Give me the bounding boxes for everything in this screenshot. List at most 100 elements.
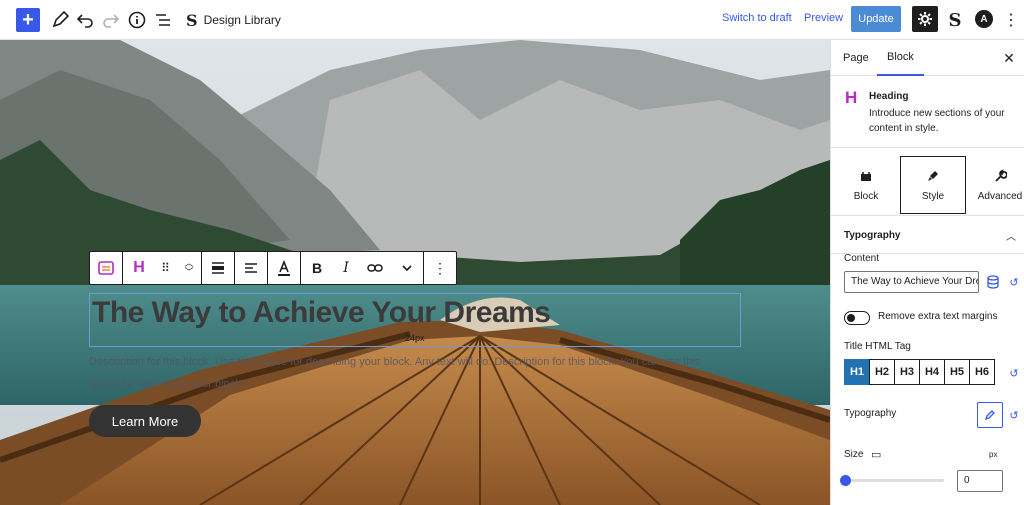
more-vertical-icon: ⋮ — [1003, 12, 1019, 29]
tab-advanced-settings[interactable]: Advanced — [967, 156, 1024, 214]
size-slider-track[interactable] — [844, 479, 944, 482]
settings-sidebar: Page Block ✕ H Heading Introduce new sec… — [830, 40, 1024, 505]
preview-button[interactable]: Preview — [804, 12, 843, 24]
tab-block-settings[interactable]: Block — [833, 156, 899, 214]
italic-icon: I — [343, 260, 349, 276]
typography-section-header[interactable]: Typography ︿ — [831, 216, 1024, 254]
redo-button[interactable] — [99, 8, 123, 32]
content-label: Content — [844, 253, 880, 264]
move-up-down-button[interactable]: ︿ ﹀ — [177, 252, 201, 284]
plus-icon: + — [22, 9, 34, 31]
database-icon[interactable] — [986, 275, 1000, 289]
content-input[interactable]: The Way to Achieve Your Dreams — [844, 271, 979, 293]
add-block-button[interactable]: + — [16, 8, 40, 32]
undo-button[interactable] — [73, 8, 97, 32]
size-slider-thumb[interactable] — [840, 475, 851, 486]
chevron-down-icon — [402, 265, 412, 272]
list-view-button[interactable] — [151, 8, 175, 32]
details-button[interactable] — [125, 8, 149, 32]
html-tag-h6[interactable]: H6 — [969, 359, 995, 385]
chevron-up-icon: ︿ — [1006, 232, 1016, 243]
switch-to-draft-button[interactable]: Switch to draft — [722, 12, 792, 24]
heading-text[interactable]: The Way to Achieve Your Dreams — [92, 296, 551, 330]
stackable-logo-icon: S — [186, 10, 198, 30]
drag-handle[interactable]: ⠿ — [155, 252, 177, 284]
italic-button[interactable]: I — [333, 252, 359, 284]
edit-tool-button[interactable] — [48, 8, 72, 32]
html-tag-h4[interactable]: H4 — [919, 359, 945, 385]
stackable-icon — [98, 261, 114, 275]
tab-style-settings[interactable]: Style — [900, 156, 966, 214]
settings-button[interactable] — [912, 6, 938, 32]
link-icon — [367, 264, 383, 272]
block-card: H Heading Introduce new sections of your… — [831, 76, 1024, 148]
typography-label: Typography — [844, 408, 897, 419]
chevron-down-icon: ﹀ — [184, 267, 194, 277]
block-options-button[interactable]: ⋮ — [424, 252, 456, 284]
tab-style-label: Style — [921, 190, 945, 202]
description-text[interactable]: Description for this block. Use this spa… — [89, 351, 729, 395]
brush-icon — [928, 170, 938, 181]
more-formats-button[interactable] — [391, 252, 423, 284]
link-button[interactable] — [359, 252, 391, 284]
size-unit[interactable]: px — [989, 450, 997, 459]
remove-margins-toggle[interactable] — [844, 311, 870, 325]
size-hint: 24px — [405, 333, 425, 343]
page-title: Design Library — [203, 13, 281, 27]
block-toolbar: H ⠿ ︿ ﹀ B I ⋮ — [89, 251, 457, 285]
bold-icon: B — [311, 260, 323, 276]
stackable-button[interactable]: S — [945, 8, 965, 32]
desktop-icon[interactable]: ▭ — [871, 448, 881, 461]
plugin-a-button[interactable]: A — [975, 10, 993, 28]
stackable-block-button[interactable] — [90, 252, 122, 284]
size-input[interactable]: 0 — [957, 470, 1003, 492]
tab-advanced-label: Advanced — [977, 190, 1023, 202]
close-icon: ✕ — [1003, 49, 1015, 66]
block-icon — [861, 171, 871, 181]
html-tag-group: H1 H2 H3 H4 H5 H6 — [844, 359, 995, 385]
align-left-icon — [245, 263, 257, 273]
html-tag-label: Title HTML Tag — [844, 341, 911, 352]
toggle-label: Remove extra text margins — [878, 311, 998, 322]
reset-tag-icon[interactable]: ↺ — [1008, 367, 1020, 380]
close-sidebar-button[interactable]: ✕ — [1000, 49, 1018, 67]
text-align-button[interactable] — [235, 252, 267, 284]
editor-top-bar: + S Design Library Switch to draft Previ… — [0, 0, 1024, 40]
block-align-button[interactable] — [202, 252, 234, 284]
more-vertical-icon: ⋮ — [433, 259, 447, 276]
bold-button[interactable]: B — [301, 252, 333, 284]
document-title[interactable]: S Design Library — [186, 8, 281, 32]
options-button[interactable]: ⋮ — [1003, 8, 1019, 32]
editor-canvas[interactable]: H ⠿ ︿ ﹀ B I ⋮ The Way to Achieve Your Dr… — [0, 40, 830, 505]
reset-typography-icon[interactable]: ↺ — [1008, 409, 1020, 422]
sidebar-tabs: Page Block ✕ — [831, 40, 1024, 76]
stackable-s-icon: S — [948, 9, 962, 31]
list-view-icon — [156, 14, 170, 26]
a-logo-icon: A — [980, 13, 988, 25]
info-icon — [128, 11, 146, 29]
edit-typography-button[interactable] — [977, 402, 1003, 428]
heading-icon: H — [845, 88, 858, 107]
wrench-icon — [995, 168, 1007, 182]
tab-block[interactable]: Block — [877, 40, 924, 76]
learn-more-button[interactable]: Learn More — [89, 405, 201, 437]
reset-content-icon[interactable]: ↺ — [1008, 276, 1020, 289]
redo-icon — [103, 14, 120, 28]
html-tag-h3[interactable]: H3 — [894, 359, 920, 385]
pencil-icon — [984, 410, 995, 421]
html-tag-h5[interactable]: H5 — [944, 359, 970, 385]
text-color-button[interactable] — [268, 252, 300, 284]
heading-icon: H — [133, 259, 145, 276]
drag-handle-icon: ⠿ — [161, 261, 171, 275]
html-tag-h2[interactable]: H2 — [869, 359, 895, 385]
update-button[interactable]: Update — [851, 6, 901, 32]
align-wide-icon — [212, 262, 224, 274]
section-title: Typography — [844, 230, 901, 241]
size-label: Size — [844, 449, 864, 460]
tab-page[interactable]: Page — [843, 40, 869, 76]
heading-block-button[interactable]: H — [123, 252, 155, 284]
html-tag-h1[interactable]: H1 — [844, 359, 870, 385]
pencil-icon — [52, 10, 70, 28]
style-tabs: Block Style Advanced — [831, 148, 1024, 216]
undo-icon — [76, 14, 93, 28]
